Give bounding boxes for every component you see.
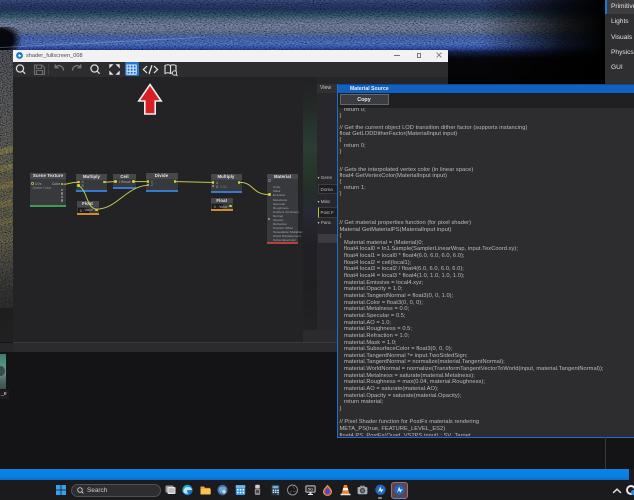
svg-text:5G: 5G (307, 487, 312, 491)
